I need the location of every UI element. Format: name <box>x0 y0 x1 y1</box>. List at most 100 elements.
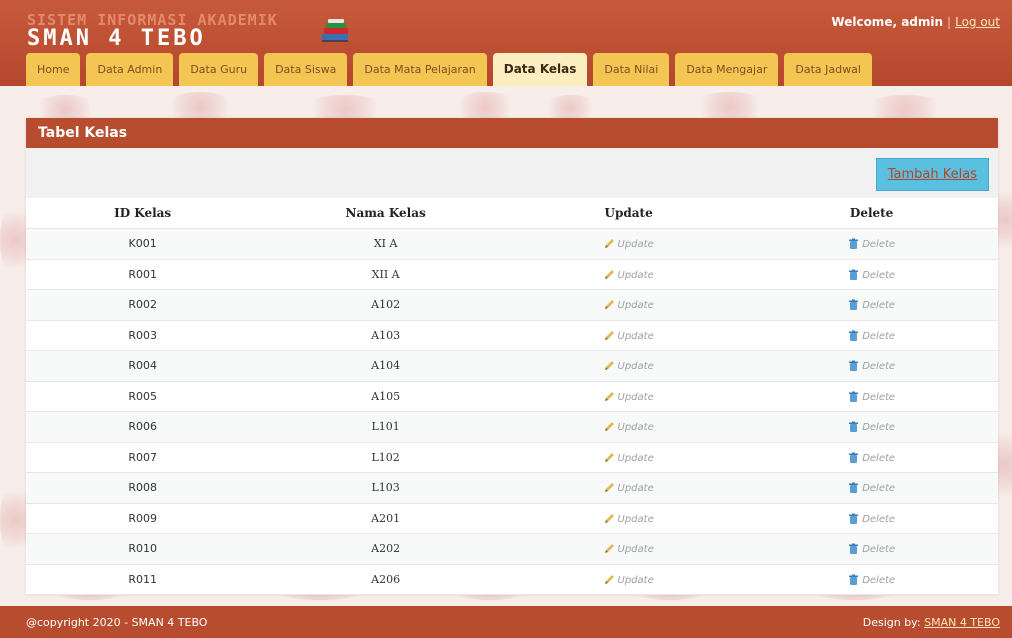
update-link[interactable]: Update <box>604 269 654 281</box>
tab-data-kelas[interactable]: Data Kelas <box>492 53 588 86</box>
delete-link[interactable]: Delete <box>848 360 896 373</box>
delete-label: Delete <box>862 330 896 342</box>
cell-nama-kelas: L102 <box>259 442 512 473</box>
delete-cell: Delete <box>745 411 998 443</box>
trash-icon <box>849 391 859 402</box>
table-row: R004 A104 Update Delete <box>26 350 998 382</box>
tab-data-mata-pelajaran[interactable]: Data Mata Pelajaran <box>353 53 487 86</box>
cell-nama-kelas: A202 <box>259 533 512 565</box>
table-row: R009 A201 Update Delete <box>26 503 998 534</box>
update-link[interactable]: Update <box>604 574 654 586</box>
cell-id-kelas: R011 <box>26 564 260 595</box>
page-title: Tabel Kelas <box>26 118 998 148</box>
update-link[interactable]: Update <box>604 513 654 525</box>
tab-home[interactable]: Home <box>26 53 81 86</box>
cell-id-kelas: R008 <box>26 472 260 504</box>
update-cell: Update <box>511 228 746 260</box>
trash-icon <box>849 269 859 280</box>
kelas-panel: Tabel Kelas Tambah Kelas ID Kelas Nama K… <box>26 118 998 595</box>
update-link[interactable]: Update <box>604 483 654 494</box>
update-link[interactable]: Update <box>604 544 654 555</box>
delete-cell: Delete <box>745 533 998 565</box>
update-link[interactable]: Update <box>604 239 654 250</box>
delete-cell: Delete <box>745 259 998 290</box>
pencil-icon <box>604 574 614 584</box>
nav-tabs: Home Data Admin Data Guru Data Siswa Dat… <box>26 53 872 86</box>
pencil-icon <box>604 239 614 249</box>
table-row: R003 A103 Update Delete <box>26 320 998 351</box>
design-credit-link[interactable]: SMAN 4 TEBO <box>924 616 1000 629</box>
cell-id-kelas: R006 <box>26 411 260 443</box>
cell-id-kelas: R010 <box>26 533 260 565</box>
cell-nama-kelas: A206 <box>259 564 512 595</box>
header: SISTEM INFORMASI AKADEMIK SMAN 4 TEBO We… <box>0 0 1012 86</box>
pencil-icon <box>604 300 614 310</box>
add-kelas-button[interactable]: Tambah Kelas <box>875 158 989 191</box>
update-label: Update <box>617 239 654 251</box>
tab-data-mengajar[interactable]: Data Mengajar <box>675 53 779 86</box>
table-row: R008 L103 Update Delete <box>26 472 998 504</box>
update-cell: Update <box>511 533 746 565</box>
delete-label: Delete <box>862 361 896 373</box>
update-cell: Update <box>511 503 746 534</box>
update-cell: Update <box>511 442 746 473</box>
tab-data-siswa[interactable]: Data Siswa <box>264 53 348 86</box>
delete-link[interactable]: Delete <box>848 391 895 403</box>
delete-link[interactable]: Delete <box>848 421 895 433</box>
trash-icon <box>849 452 859 463</box>
delete-link[interactable]: Delete <box>848 452 896 464</box>
update-label: Update <box>617 544 654 556</box>
table-row: K001 XI A Update Delete <box>26 228 998 260</box>
trash-icon <box>849 330 859 341</box>
cell-nama-kelas: A201 <box>259 503 512 534</box>
cell-nama-kelas: A104 <box>259 350 512 382</box>
tab-data-admin[interactable]: Data Admin <box>86 53 174 86</box>
delete-link[interactable]: Delete <box>848 574 896 586</box>
update-link[interactable]: Update <box>604 330 654 342</box>
tab-data-guru[interactable]: Data Guru <box>179 53 259 86</box>
delete-label: Delete <box>862 513 896 525</box>
delete-link[interactable]: Delete <box>848 238 896 251</box>
tab-data-nilai[interactable]: Data Nilai <box>593 53 670 86</box>
cell-nama-kelas: A105 <box>259 381 512 412</box>
trash-icon <box>849 574 859 585</box>
cell-id-kelas: R005 <box>26 381 260 412</box>
tab-data-jadwal[interactable]: Data Jadwal <box>784 53 872 86</box>
trash-icon <box>849 360 859 372</box>
update-cell: Update <box>511 472 746 504</box>
update-link[interactable]: Update <box>604 452 654 464</box>
update-label: Update <box>617 574 654 586</box>
pencil-icon <box>604 330 614 340</box>
update-link[interactable]: Update <box>604 361 654 372</box>
delete-link[interactable]: Delete <box>848 330 896 342</box>
pencil-icon <box>604 269 614 279</box>
delete-link[interactable]: Delete <box>848 543 895 555</box>
pencil-icon <box>604 544 614 554</box>
delete-label: Delete <box>862 574 896 586</box>
delete-label: Delete <box>862 452 896 464</box>
update-cell: Update <box>511 259 746 290</box>
cell-nama-kelas: XII A <box>259 259 512 290</box>
update-cell: Update <box>511 350 746 382</box>
pencil-icon <box>604 391 614 401</box>
update-link[interactable]: Update <box>604 422 654 433</box>
delete-label: Delete <box>862 239 896 251</box>
cell-nama-kelas: A103 <box>259 320 512 351</box>
update-link[interactable]: Update <box>604 391 654 403</box>
delete-link[interactable]: Delete <box>848 299 895 311</box>
logout-link[interactable]: Log out <box>955 15 1000 29</box>
update-label: Update <box>617 269 654 281</box>
update-cell: Update <box>511 320 746 351</box>
trash-icon <box>849 482 859 494</box>
update-label: Update <box>617 361 654 373</box>
delete-link[interactable]: Delete <box>848 269 895 281</box>
trash-icon <box>849 238 859 250</box>
pencil-icon <box>604 361 614 371</box>
delete-link[interactable]: Delete <box>848 482 896 495</box>
trash-icon <box>849 543 859 555</box>
delete-link[interactable]: Delete <box>848 513 896 525</box>
table-row: R001 XII A Update Delete <box>26 259 998 290</box>
delete-label: Delete <box>862 483 896 495</box>
cell-id-kelas: R009 <box>26 503 260 534</box>
update-link[interactable]: Update <box>604 300 654 311</box>
